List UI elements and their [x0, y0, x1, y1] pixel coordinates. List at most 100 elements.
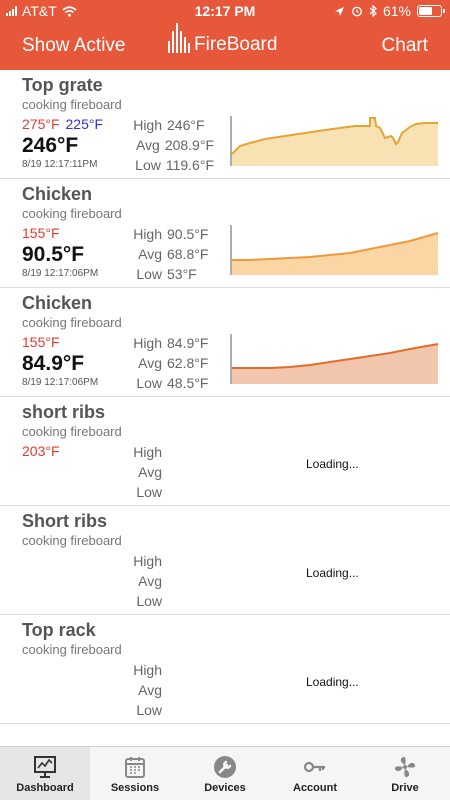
loading-text: Loading...	[306, 675, 359, 689]
target-temps: 155°F	[22, 334, 66, 350]
current-temp: 246°F	[22, 134, 79, 157]
channel-card[interactable]: short ribs cooking fireboard 203°F High …	[0, 397, 450, 506]
channel-list[interactable]: Top grate cooking fireboard 275°F 225°F 2…	[0, 70, 450, 746]
low-label: Low	[136, 266, 162, 282]
target-temps: 203°F	[22, 443, 66, 459]
logo-text: FireBoard	[194, 34, 278, 55]
high-label: High	[133, 335, 162, 351]
bluetooth-icon	[369, 5, 377, 17]
battery-fill	[419, 7, 432, 15]
avg-value: 62.8°F	[167, 355, 209, 371]
channel-card[interactable]: Top rack cooking fireboard High Avg Low …	[0, 615, 450, 724]
high-value: 84.9°F	[167, 335, 209, 351]
tab-sessions[interactable]: Sessions	[90, 747, 180, 800]
tab-drive[interactable]: Drive	[360, 747, 450, 800]
high-value: 246°F	[167, 117, 205, 133]
tab-account[interactable]: Account	[270, 747, 360, 800]
high-label: High	[133, 117, 162, 133]
avg-label: Avg	[135, 137, 160, 153]
avg-label: Avg	[138, 682, 162, 698]
low-label: Low	[136, 375, 162, 391]
current-temp: 84.9°F	[22, 352, 85, 375]
channel-card[interactable]: Chicken cooking fireboard 155°F 84.9°F 8…	[0, 288, 450, 397]
high-label: High	[133, 553, 162, 569]
calendar-icon	[125, 757, 145, 778]
temperature-sparkline	[230, 225, 439, 275]
channel-subtitle: cooking fireboard	[22, 642, 122, 657]
high-label: High	[133, 444, 162, 460]
target-low: 225°F	[65, 116, 104, 132]
location-icon	[334, 6, 344, 16]
battery-percent: 61%	[382, 3, 411, 19]
channel-subtitle: cooking fireboard	[22, 315, 122, 330]
target-high: 155°F	[22, 334, 60, 350]
reading-timestamp: 8/19 12:17:06PM	[22, 377, 99, 388]
avg-value: 208.9°F	[164, 137, 214, 153]
battery-icon	[417, 5, 445, 17]
channel-subtitle: cooking fireboard	[22, 533, 122, 548]
target-temps: 275°F 225°F	[22, 116, 103, 132]
app-header: AT&T 12:17 PM 61% Show Active FireBoard …	[0, 0, 450, 70]
channel-card[interactable]: Chicken cooking fireboard 155°F 90.5°F 8…	[0, 179, 450, 288]
channel-card[interactable]: Short ribs cooking fireboard High Avg Lo…	[0, 506, 450, 615]
loading-text: Loading...	[306, 566, 359, 580]
channel-title: Top grate	[22, 75, 103, 95]
high-label: High	[133, 226, 162, 242]
reading-timestamp: 8/19 12:17:06PM	[22, 268, 99, 279]
avg-label: Avg	[138, 464, 162, 480]
channel-card[interactable]: Top grate cooking fireboard 275°F 225°F 2…	[0, 70, 450, 179]
tab-devices[interactable]: Devices	[180, 747, 270, 800]
stats: High Avg Low	[118, 551, 214, 611]
tab-label: Account	[293, 782, 337, 794]
loading-text: Loading...	[306, 457, 359, 471]
stats: High 84.9°F Avg 62.8°F Low 48.5°F	[118, 333, 214, 393]
tab-label: Devices	[204, 782, 246, 794]
target-temps: 155°F	[22, 225, 66, 241]
low-value: 119.6°F	[165, 157, 214, 173]
channel-subtitle: cooking fireboard	[22, 424, 122, 439]
avg-label: Avg	[138, 355, 162, 371]
target-high: 275°F	[22, 116, 60, 132]
low-label: Low	[136, 593, 162, 609]
sparkline-area	[232, 118, 438, 166]
status-bar: AT&T 12:17 PM 61%	[0, 0, 450, 22]
chart-button[interactable]: Chart	[382, 35, 428, 57]
status-right: 61%	[334, 3, 445, 19]
high-value: 90.5°F	[167, 226, 209, 242]
low-label: Low	[135, 157, 161, 173]
tab-label: Sessions	[110, 782, 160, 794]
channel-title: Chicken	[22, 184, 93, 204]
channel-subtitle: cooking fireboard	[22, 206, 122, 221]
tab-label: Drive	[391, 782, 419, 794]
channel-title: Top rack	[22, 620, 96, 640]
avg-label: Avg	[138, 573, 162, 589]
fireboard-logo: FireBoard	[168, 22, 277, 56]
temperature-sparkline	[230, 116, 438, 166]
temperature-sparkline	[230, 334, 439, 384]
alarm-icon	[352, 6, 362, 17]
channel-title: short ribs	[22, 402, 106, 422]
target-high: 155°F	[22, 225, 60, 241]
fan-icon	[394, 756, 416, 778]
stats: High 246°F Avg 208.9°F Low 119.6°F	[118, 115, 214, 175]
show-active-button[interactable]: Show Active	[22, 35, 126, 57]
logo-bars-icon	[168, 23, 190, 53]
dashboard-icon	[34, 756, 56, 778]
low-label: Low	[136, 702, 162, 718]
low-label: Low	[136, 484, 162, 500]
low-value: 53°F	[167, 266, 197, 282]
tab-bar: Dashboard Sessions Devices Account Drive	[0, 746, 450, 800]
channel-title: Chicken	[22, 293, 93, 313]
avg-label: Avg	[138, 246, 162, 262]
avg-value: 68.8°F	[167, 246, 209, 262]
low-value: 48.5°F	[167, 375, 209, 391]
wrench-icon	[214, 756, 236, 778]
target-high: 203°F	[22, 443, 60, 459]
tab-label: Dashboard	[16, 782, 74, 794]
current-temp: 90.5°F	[22, 243, 85, 266]
key-icon	[303, 761, 325, 773]
reading-timestamp: 8/19 12:17:11PM	[22, 159, 98, 170]
stats: High Avg Low	[118, 660, 214, 720]
tab-dashboard[interactable]: Dashboard	[0, 747, 90, 800]
channel-title: Short ribs	[22, 511, 108, 531]
